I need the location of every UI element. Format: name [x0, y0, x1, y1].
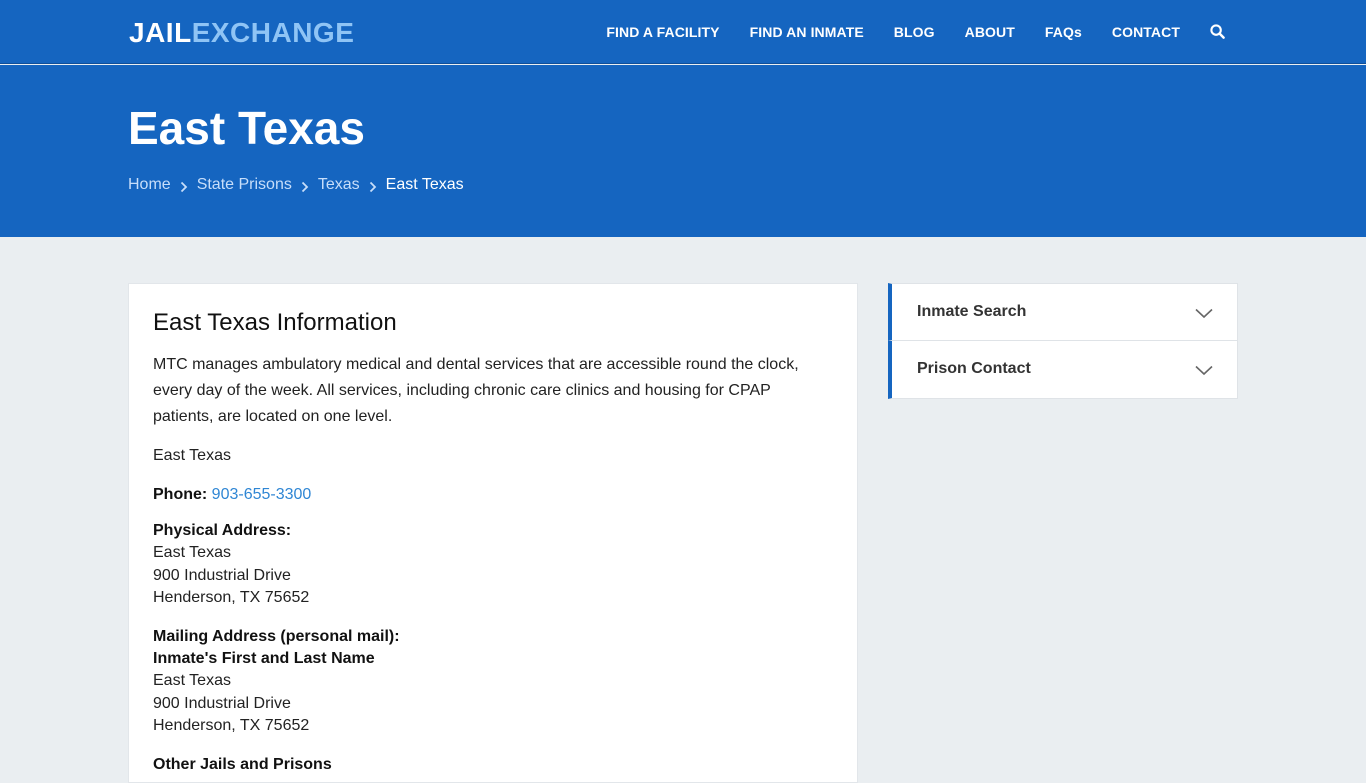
- nav-contact[interactable]: CONTACT: [1112, 24, 1180, 40]
- facility-description: MTC manages ambulatory medical and denta…: [153, 356, 799, 425]
- breadcrumb-current: East Texas: [385, 176, 464, 193]
- page-hero: East Texas Home State Prisons Texas East…: [0, 65, 1366, 237]
- address-line: East Texas: [153, 672, 231, 690]
- phone-label: Phone:: [153, 486, 208, 503]
- other-jails-section: Other Jails and Prisons: [153, 754, 833, 776]
- sidebar: Inmate Search Prison Contact: [888, 283, 1238, 399]
- breadcrumb: Home State Prisons Texas East Texas: [128, 175, 464, 195]
- nav-blog[interactable]: BLOG: [894, 24, 935, 40]
- facility-info-card: East Texas Information MTC manages ambul…: [128, 283, 858, 783]
- accordion-label: Prison Contact: [917, 360, 1031, 377]
- chevron-right-icon: [180, 179, 188, 193]
- address-line: East Texas: [153, 544, 231, 562]
- breadcrumb-state-prisons[interactable]: State Prisons: [197, 175, 292, 195]
- physical-address-label: Physical Address:: [153, 522, 292, 539]
- mailing-address: Mailing Address (personal mail): Inmate'…: [153, 626, 833, 738]
- breadcrumb-texas[interactable]: Texas: [318, 175, 360, 195]
- phone-line: Phone: 903-655-3300: [153, 482, 833, 508]
- page-title: East Texas: [128, 102, 365, 154]
- chevron-right-icon: [369, 179, 377, 193]
- mailing-address-label: Mailing Address (personal mail):: [153, 627, 400, 645]
- top-navbar: JAILEXCHANGE FIND A FACILITY FIND AN INM…: [0, 0, 1366, 64]
- chevron-down-icon: [1195, 363, 1213, 381]
- nav-find-a-facility[interactable]: FIND A FACILITY: [606, 24, 719, 40]
- accordion-inmate-search[interactable]: Inmate Search: [888, 283, 1238, 341]
- breadcrumb-home[interactable]: Home: [128, 175, 171, 195]
- address-line: Henderson, TX 75652: [153, 717, 310, 735]
- site-logo[interactable]: JAILEXCHANGE: [129, 17, 354, 49]
- search-icon[interactable]: [1210, 24, 1226, 40]
- logo-part-jail: JAIL: [129, 17, 192, 48]
- logo-part-exchange: EXCHANGE: [191, 17, 355, 48]
- mailing-name-line: Inmate's First and Last Name: [153, 650, 375, 668]
- chevron-right-icon: [301, 179, 309, 193]
- nav-find-an-inmate[interactable]: FIND AN INMATE: [750, 24, 864, 40]
- address-line: 900 Industrial Drive: [153, 566, 291, 584]
- physical-address: Physical Address: East Texas 900 Industr…: [153, 520, 833, 610]
- info-heading: East Texas Information: [153, 309, 397, 336]
- main-nav: FIND A FACILITY FIND AN INMATE BLOG ABOU…: [576, 0, 1226, 64]
- address-line: Henderson, TX 75652: [153, 589, 310, 607]
- other-jails-label: Other Jails and Prisons: [153, 755, 332, 773]
- phone-link[interactable]: 903-655-3300: [212, 486, 312, 503]
- facility-name: East Texas: [153, 447, 231, 464]
- nav-faqs[interactable]: FAQs: [1045, 24, 1082, 40]
- chevron-down-icon: [1195, 306, 1213, 324]
- accordion-prison-contact[interactable]: Prison Contact: [888, 341, 1238, 399]
- address-line: 900 Industrial Drive: [153, 694, 291, 712]
- accordion-label: Inmate Search: [917, 303, 1027, 320]
- nav-about[interactable]: ABOUT: [965, 24, 1015, 40]
